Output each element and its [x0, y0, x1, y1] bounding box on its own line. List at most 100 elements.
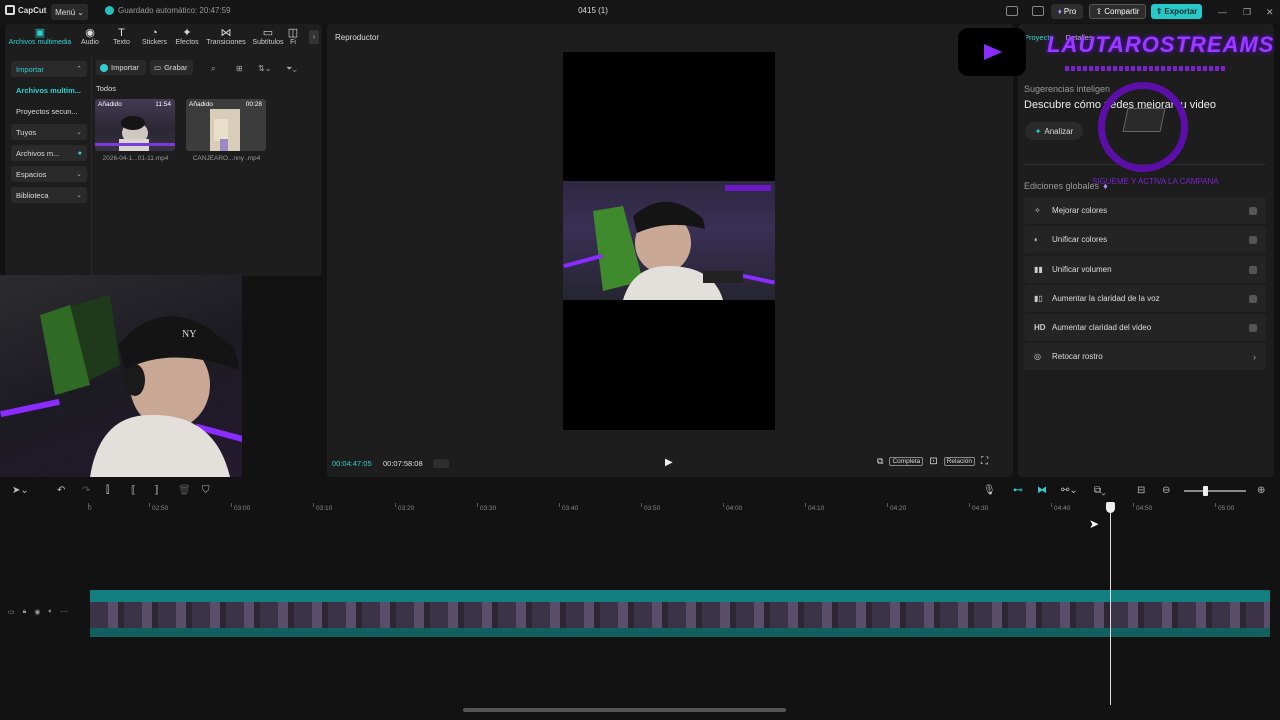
tab-effects[interactable]: ✦ Efectos	[171, 24, 203, 50]
ratio-button[interactable]: Relación	[943, 457, 975, 466]
quality-button[interactable]: Completa	[889, 457, 924, 466]
lock-icon[interactable]: 🔒︎	[23, 608, 27, 616]
shortcuts-icon[interactable]	[1032, 6, 1044, 16]
clip-thumbnails[interactable]	[90, 602, 1270, 628]
grid-view-icon[interactable]: ⊞	[236, 64, 243, 73]
tab-label: Texto	[113, 39, 130, 46]
more-icon[interactable]: ⋯	[61, 608, 68, 616]
chain-icon[interactable]: ⚯⌄	[1061, 485, 1078, 496]
undo-icon[interactable]: ↶	[57, 485, 65, 496]
caption-icon[interactable]: ⊟	[1137, 485, 1145, 496]
sidebar-item-label: Biblioteca	[16, 190, 49, 200]
timeline-scrollbar[interactable]	[463, 708, 786, 712]
export-button[interactable]: ⇧ Exportar	[1151, 4, 1202, 19]
volume-bars-icon: ▮▮	[1034, 264, 1043, 274]
delete-icon[interactable]: 🗑	[178, 485, 191, 496]
layout-icon[interactable]	[1006, 6, 1018, 16]
tab-filters[interactable]: ◫ Fi	[287, 24, 299, 50]
link-icon[interactable]: ⧓	[1037, 485, 1047, 496]
sort-icon[interactable]: ⇅⌄	[258, 64, 271, 73]
tab-media[interactable]: ▣ Archivos multimedia	[5, 24, 75, 50]
tab-subtitles[interactable]: ▭ Subtítulos	[249, 24, 287, 50]
cover-icon[interactable]: ▭	[8, 608, 15, 616]
project-title[interactable]: 0415 (1)	[560, 6, 626, 15]
tab-text[interactable]: T Texto	[105, 24, 138, 50]
media-icon: ▣	[34, 27, 46, 39]
sidebar-item-spaces[interactable]: Espacios ⌄	[11, 166, 87, 182]
timeline-ruler[interactable]: 0 02:50 03:00 03:10 03:20 03:30 03:40 03…	[88, 503, 1280, 517]
sidebar-item-cloud-media[interactable]: Archivos m... ●	[11, 145, 87, 161]
global-item-video-clarity[interactable]: HD Aumentar claridad del video	[1024, 314, 1266, 342]
screenshot-icon[interactable]: ⊡	[929, 456, 937, 467]
global-item-unify-volume[interactable]: ▮▮ Unificar volumen	[1024, 255, 1266, 283]
close-icon[interactable]: ✕	[1266, 7, 1274, 18]
play-button[interactable]: ▶	[665, 457, 673, 468]
global-item-unify-colors[interactable]: ◐ Unificar colores	[1024, 226, 1266, 254]
sidebar-item-import[interactable]: Importar ⌃	[11, 61, 87, 77]
share-button[interactable]: ⇪ Compartir	[1089, 4, 1146, 19]
split-icon[interactable]: ⫿	[106, 485, 109, 496]
magnet-icon[interactable]: ⊷	[1013, 485, 1023, 496]
zoom-in-icon[interactable]: ⊕	[1257, 485, 1265, 496]
import-button[interactable]: Importar	[96, 60, 146, 75]
clip-waveform[interactable]	[90, 628, 1270, 637]
sidebar-item-label: Archivos m...	[16, 148, 60, 158]
preview-axis-icon[interactable]: ⧉⌄	[1094, 485, 1106, 496]
ruler-label: 04:20	[890, 505, 907, 512]
menu-button[interactable]: Menú ⌄	[51, 4, 88, 20]
minimize-icon[interactable]: —	[1218, 7, 1227, 17]
sidebar-item-library[interactable]: Biblioteca ⌄	[11, 187, 87, 203]
trim-right-icon[interactable]: ⟧	[154, 485, 159, 496]
record-button[interactable]: ▭ Grabar	[150, 60, 193, 75]
crop-icon[interactable]: ⧉	[877, 456, 883, 467]
playhead[interactable]	[1110, 503, 1111, 705]
toggle[interactable]	[1249, 207, 1257, 215]
fullscreen-icon[interactable]: ⛶	[981, 456, 988, 467]
tab-label: Subtítulos	[252, 39, 284, 46]
video-clip[interactable]	[90, 590, 1270, 602]
sidebar-item-sub-projects[interactable]: Proyectos secun...	[11, 103, 87, 119]
toggle[interactable]	[1249, 294, 1257, 303]
chevron-right-icon[interactable]: ›	[309, 30, 319, 44]
added-tag: Añadido	[98, 101, 122, 108]
app-name: CapCut	[18, 5, 47, 15]
zoom-slider[interactable]	[1184, 490, 1246, 492]
trim-left-icon[interactable]: ⟦	[131, 485, 136, 496]
pro-button[interactable]: ♦ Pro	[1051, 4, 1083, 19]
restore-icon[interactable]: ❐	[1243, 7, 1251, 18]
sidebar-item-yours[interactable]: Tuyos ⌄	[11, 124, 87, 140]
global-item-retouch-face[interactable]: ◎ Retocar rostro ›	[1024, 343, 1266, 371]
eye-icon[interactable]: ◉	[34, 608, 40, 616]
tab-stickers[interactable]: ◔ Stickers	[138, 24, 171, 50]
toggle[interactable]	[1249, 265, 1257, 274]
sidebar-item-media[interactable]: Archivos multim...	[11, 82, 87, 98]
sidebar-item-label: Espacios	[16, 169, 47, 179]
divider	[91, 54, 92, 276]
sidebar-item-label: Tuyos	[16, 127, 37, 137]
speaker-icon[interactable]: 🔈︎	[48, 608, 52, 616]
tab-transitions[interactable]: ⋈ Transiciones	[203, 24, 249, 50]
select-tool-icon[interactable]: ➤⌄	[12, 485, 29, 496]
share-icon: ⇪	[1095, 7, 1103, 16]
toggle[interactable]	[1249, 236, 1257, 245]
global-item-voice-clarity[interactable]: ▮▯ Aumentar la claridad de la voz	[1024, 284, 1266, 312]
timecode-toggle[interactable]	[433, 459, 449, 468]
ruler-label: 03:20	[398, 505, 415, 512]
tab-label: Stickers	[142, 39, 167, 46]
zoom-slider-handle[interactable]	[1203, 486, 1208, 496]
cloud-icon	[105, 6, 114, 15]
filter-icon[interactable]: ⏷⌄	[286, 64, 297, 74]
zoom-out-icon[interactable]: ⊖	[1162, 485, 1170, 496]
media-thumbnail[interactable]: Añadido 11:54	[95, 99, 175, 151]
tab-audio[interactable]: ◉ Audio	[75, 24, 105, 50]
media-thumbnail[interactable]: Añadido 00:28	[186, 99, 266, 151]
global-item-label: Unificar volumen	[1052, 264, 1112, 274]
microphone-icon[interactable]: 🎙	[983, 485, 996, 496]
global-item-enhance-colors[interactable]: ✧ Mejorar colores	[1024, 197, 1266, 224]
redo-icon[interactable]: ↷	[82, 485, 90, 496]
toggle[interactable]	[1249, 324, 1257, 333]
shield-icon[interactable]: ⛉	[202, 485, 210, 496]
playhead-handle[interactable]	[1106, 502, 1115, 513]
analyze-button[interactable]: ✦ Analizar	[1025, 122, 1083, 140]
search-icon[interactable]: ⌕	[211, 64, 215, 74]
